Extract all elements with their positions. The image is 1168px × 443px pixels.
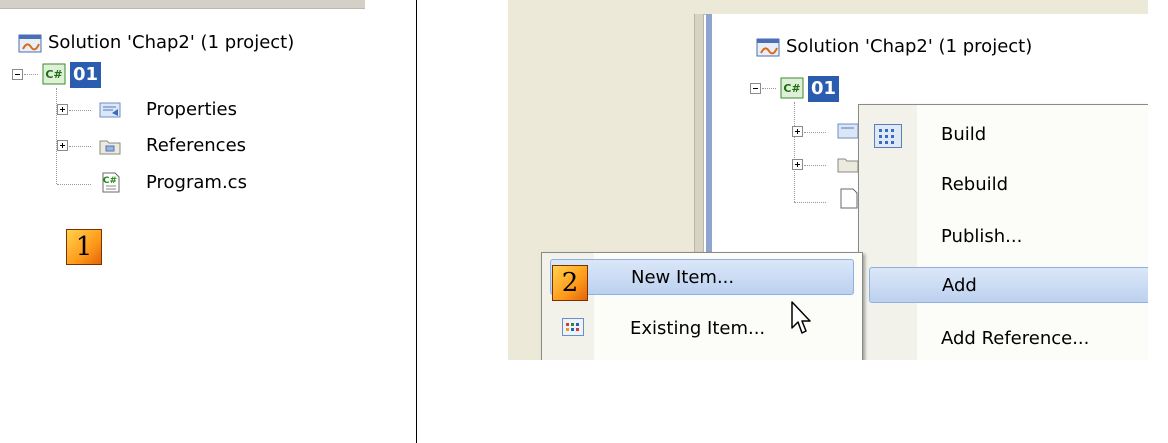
svg-text:C#: C# [103,176,117,186]
references-expand-toggle[interactable] [57,140,68,151]
left-references-label: References [146,135,247,156]
right-properties-expand-toggle[interactable] [792,126,803,137]
build-icon [874,124,902,148]
references-icon [99,140,121,155]
panel-divider [416,0,417,443]
step-badge-1: 1 [66,229,102,265]
menu-item-build[interactable]: Build [941,117,986,153]
tree-connector [804,165,826,167]
left-solution-explorer: Solution 'Chap2' (1 project) C# 01 Prope… [0,0,416,443]
submenu-item-new-item[interactable]: New Item... [550,259,854,295]
tree-connector [794,102,796,202]
left-solution-label: Solution 'Chap2' (1 project) [48,32,295,53]
project-context-menu: Build Rebuild Publish... Add Add Referen… [858,104,1148,360]
step-badge-2: 2 [552,265,588,301]
csharp-project-icon: C# [780,77,804,99]
properties-icon [837,123,859,139]
add-submenu: New Item... Existing Item... 2 [541,252,863,360]
properties-expand-toggle[interactable] [57,104,68,115]
tree-connector [69,110,91,112]
right-project-collapse-toggle[interactable] [750,83,761,94]
right-toolbar-strip [508,0,1148,15]
right-project-label: 01 [808,76,840,102]
menu-item-rebuild[interactable]: Rebuild [941,167,1008,203]
csharp-file-icon: C# [102,172,120,193]
right-solution-label: Solution 'Chap2' (1 project) [786,36,1033,57]
menu-item-publish[interactable]: Publish... [941,219,1022,255]
properties-icon [99,102,121,118]
tree-connector [24,74,38,76]
csharp-project-icon: C# [42,63,66,85]
references-icon [837,158,859,173]
solution-icon [756,38,780,57]
left-program-cs-label: Program.cs [146,172,247,193]
submenu-item-existing-item[interactable]: Existing Item... [630,311,765,347]
tree-connector [69,146,91,148]
svg-text:C#: C# [45,68,62,81]
tree-connector [56,88,58,184]
right-solution-explorer: Solution 'Chap2' (1 project) C# 01 Build… [508,0,1148,360]
csharp-file-icon [840,188,858,209]
menu-item-add-reference[interactable]: Add Reference... [941,321,1089,357]
left-project-collapse-toggle[interactable] [12,69,23,80]
mouse-cursor-icon [791,301,811,334]
tree-connector [57,184,91,186]
tree-connector [762,88,776,90]
left-project-label: 01 [70,62,102,88]
solution-icon [18,34,42,53]
tree-connector [794,202,826,204]
existing-item-icon [562,318,584,336]
tree-connector [804,132,826,134]
svg-text:C#: C# [783,82,800,95]
left-toolbar-strip [0,0,365,9]
right-references-expand-toggle[interactable] [792,159,803,170]
left-properties-label: Properties [146,99,237,120]
menu-item-add[interactable]: Add [869,267,1148,303]
